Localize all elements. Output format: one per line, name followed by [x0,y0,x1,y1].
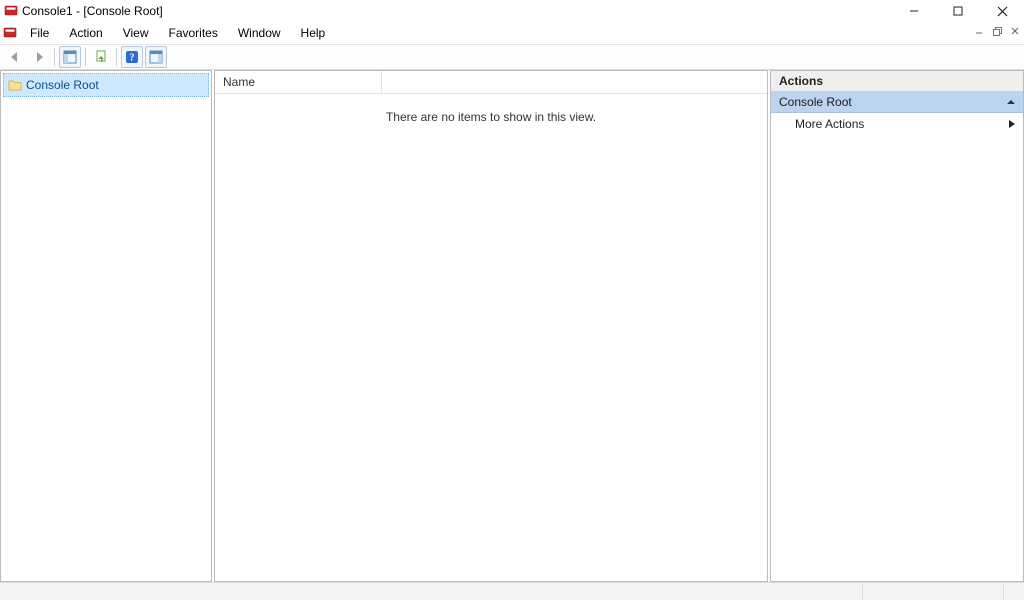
menu-action[interactable]: Action [59,24,112,42]
scope-tree-pane[interactable]: Console Root [0,70,212,582]
actions-group-header[interactable]: Console Root [771,92,1023,113]
status-bar [0,582,1024,600]
mdi-close-button[interactable] [1008,24,1022,38]
show-hide-action-pane-button[interactable] [145,46,167,68]
show-hide-tree-button[interactable] [59,46,81,68]
actions-item-label: More Actions [795,117,864,131]
menu-favorites[interactable]: Favorites [159,24,228,42]
window-title: Console1 - [Console Root] [22,4,163,18]
export-list-button[interactable] [90,46,112,68]
actions-more-actions[interactable]: More Actions [771,113,1023,135]
mdi-restore-button[interactable] [990,24,1004,38]
results-list-pane[interactable]: Name There are no items to show in this … [214,70,768,582]
mdi-window-controls [972,24,1022,38]
folder-icon [8,78,22,92]
list-column-header-row: Name [215,71,767,94]
tree-node-console-root[interactable]: Console Root [3,73,209,97]
actions-pane: Actions Console Root More Actions [770,70,1024,582]
title-bar: Console1 - [Console Root] [0,0,1024,22]
menu-window[interactable]: Window [228,24,291,42]
window-controls [892,0,1024,22]
app-icon [4,4,18,18]
mdi-minimize-button[interactable] [972,24,986,38]
resize-grip[interactable] [1004,583,1024,600]
toolbar-separator [54,48,55,66]
svg-text:?: ? [130,53,135,64]
column-header-name[interactable]: Name [215,71,382,93]
tree-node-label: Console Root [26,78,99,92]
menu-file[interactable]: File [20,24,59,42]
close-button[interactable] [980,0,1024,22]
maximize-button[interactable] [936,0,980,22]
empty-list-message: There are no items to show in this view. [215,110,767,124]
work-area: Console Root Name There are no items to … [0,70,1024,582]
help-button[interactable]: ? [121,46,143,68]
actions-group-label: Console Root [779,95,852,109]
toolbar-separator [85,48,86,66]
collapse-icon [1007,98,1015,106]
status-segment [0,583,863,600]
status-segment [863,583,1004,600]
minimize-button[interactable] [892,0,936,22]
forward-button[interactable] [28,46,50,68]
actions-pane-title: Actions [771,71,1023,92]
menu-view[interactable]: View [113,24,159,42]
system-menu-icon[interactable] [2,25,18,41]
menu-help[interactable]: Help [291,24,336,42]
menu-bar: File Action View Favorites Window Help [0,22,1024,45]
toolbar-separator [116,48,117,66]
submenu-arrow-icon [1009,120,1015,128]
back-button[interactable] [4,46,26,68]
toolbar: ? [0,45,1024,70]
